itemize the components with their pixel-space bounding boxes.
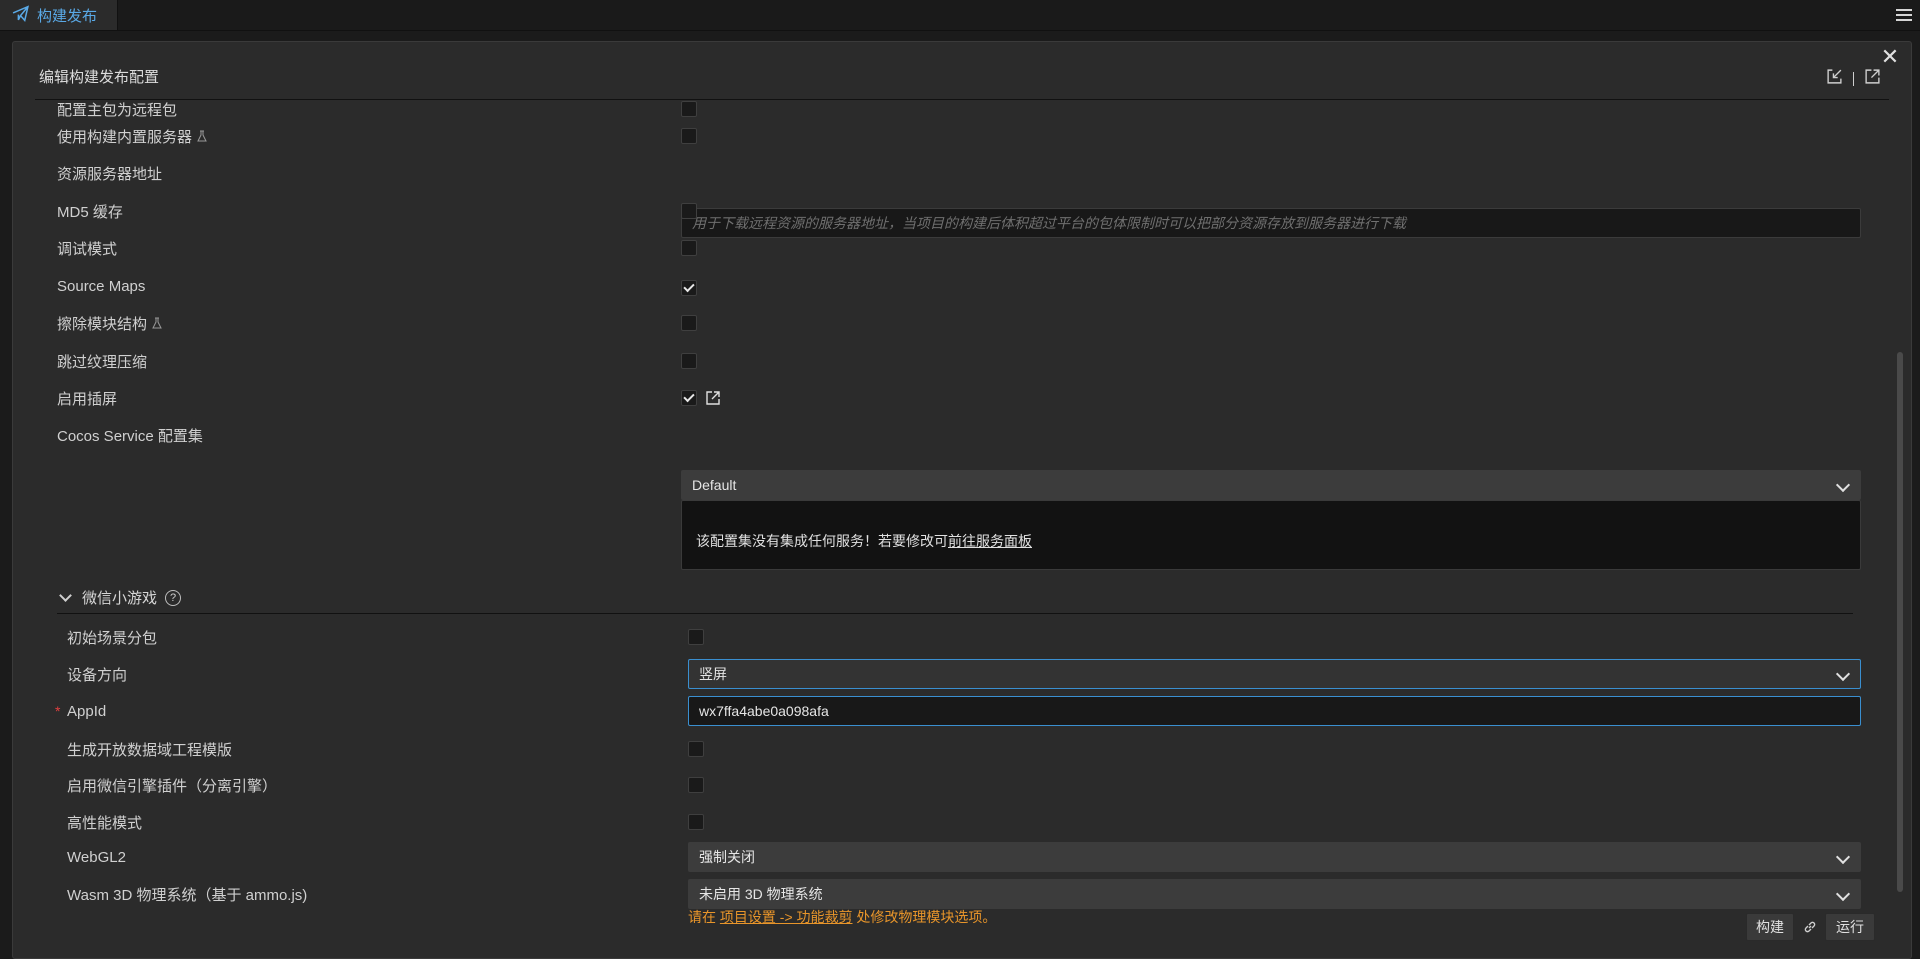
- close-icon[interactable]: ✕: [1879, 46, 1901, 68]
- label-cocos-service: Cocos Service 配置集: [57, 427, 203, 445]
- checkbox-builtin-server[interactable]: [681, 128, 697, 148]
- label-skip-texture: 跳过纹理压缩: [57, 353, 148, 371]
- service-panel-link[interactable]: 前往服务面板: [948, 531, 1032, 551]
- chevron-down-icon: [59, 589, 72, 602]
- project-settings-link[interactable]: 项目设置 -> 功能裁剪: [720, 909, 853, 925]
- row-md5: MD5 缓存: [35, 196, 1889, 226]
- wasm-select[interactable]: 未启用 3D 物理系统: [688, 879, 1861, 909]
- row-high-perf: 高性能模式: [35, 807, 1889, 837]
- checkbox-open-data[interactable]: [688, 741, 704, 761]
- label-builtin-server-text: 使用构建内置服务器: [57, 128, 193, 146]
- service-info-text: 该配置集没有集成任何服务！若要修改可: [696, 533, 948, 549]
- row-engine-plugin: 启用微信引擎插件（分离引擎）: [35, 770, 1889, 800]
- chevron-down-icon: [1835, 886, 1851, 902]
- link-icon[interactable]: [1802, 919, 1818, 935]
- label-wasm: Wasm 3D 物理系统（基于 ammo.js): [67, 886, 308, 904]
- orientation-select[interactable]: 竖屏: [688, 659, 1861, 689]
- label-high-perf: 高性能模式: [67, 814, 143, 832]
- row-open-data: 生成开放数据域工程模版: [35, 734, 1889, 764]
- splash-controls: [681, 390, 721, 406]
- menu-icon[interactable]: [1896, 6, 1912, 24]
- physics-warning: 请在 项目设置 -> 功能裁剪 处修改物理模块选项。: [688, 907, 996, 927]
- header-icons: [1826, 68, 1881, 89]
- checkbox-md5[interactable]: [681, 203, 697, 223]
- row-builtin-server: 使用构建内置服务器: [35, 121, 1889, 151]
- label-debug: 调试模式: [57, 240, 118, 258]
- build-config-panel: ✕ 编辑构建发布配置 配置主包为远程包 使用构建内置服务器 资源服务器地址 用于…: [12, 41, 1912, 959]
- label-initial-subpackage: 初始场景分包: [67, 629, 158, 647]
- label-remote-main: 配置主包为远程包: [57, 101, 178, 119]
- checkbox-skip-texture[interactable]: [681, 353, 697, 373]
- row-splash: 启用插屏: [35, 383, 1889, 413]
- tab-bar: 构建发布: [0, 0, 1920, 31]
- label-builtin-server: 使用构建内置服务器: [57, 126, 208, 147]
- warning-prefix: 请在: [688, 909, 716, 925]
- required-marker: *: [55, 703, 61, 719]
- checkbox-splash[interactable]: [681, 390, 697, 406]
- label-splash: 启用插屏: [57, 390, 118, 408]
- label-open-data: 生成开放数据域工程模版: [67, 741, 233, 759]
- header-divider: [1853, 71, 1854, 86]
- webgl2-select[interactable]: 强制关闭: [688, 842, 1861, 872]
- label-engine-plugin: 启用微信引擎插件（分离引擎）: [67, 777, 278, 795]
- flask-icon: [152, 317, 162, 329]
- row-debug: 调试模式: [35, 233, 1889, 263]
- row-resource-server: 资源服务器地址: [35, 158, 1889, 188]
- chevron-down-icon: [1835, 477, 1851, 493]
- paper-plane-icon: [12, 4, 29, 26]
- config-scroll-area[interactable]: 配置主包为远程包 使用构建内置服务器 资源服务器地址 用于下载远程资源的服务器地…: [35, 100, 1889, 958]
- tab-label: 构建发布: [37, 7, 98, 25]
- checkbox-initial-subpackage[interactable]: [688, 629, 704, 649]
- service-info-box: 该配置集没有集成任何服务！若要修改可 前往服务面板: [681, 500, 1861, 570]
- export-icon[interactable]: [1864, 68, 1881, 89]
- chevron-down-icon: [1835, 666, 1851, 682]
- checkbox-engine-plugin[interactable]: [688, 777, 704, 797]
- row-source-maps: Source Maps: [35, 271, 1889, 301]
- checkbox-debug[interactable]: [681, 240, 697, 260]
- checkbox-source-maps[interactable]: [681, 278, 697, 296]
- label-erase-modules-text: 擦除模块结构: [57, 315, 148, 333]
- section-divider: [57, 613, 1853, 614]
- label-appid: AppId: [67, 702, 107, 720]
- warning-suffix: 处修改物理模块选项。: [856, 909, 997, 925]
- flask-icon: [197, 130, 207, 142]
- checkbox-erase-modules[interactable]: [681, 315, 697, 335]
- import-icon[interactable]: [1826, 68, 1843, 89]
- run-button[interactable]: 运行: [1825, 913, 1875, 941]
- label-orientation: 设备方向: [67, 666, 128, 684]
- orientation-value: 竖屏: [699, 666, 727, 682]
- panel-title: 编辑构建发布配置: [39, 69, 160, 86]
- row-erase-modules: 擦除模块结构: [35, 308, 1889, 338]
- row-skip-texture: 跳过纹理压缩: [35, 346, 1889, 376]
- wechat-section-title: 微信小游戏: [82, 590, 158, 607]
- checkbox-remote-main[interactable]: [681, 101, 697, 121]
- cocos-service-value: Default: [692, 477, 737, 493]
- appid-input[interactable]: wx7ffa4abe0a098afa: [688, 696, 1861, 726]
- build-button[interactable]: 构建: [1746, 913, 1794, 941]
- row-cocos-service: Cocos Service 配置集: [35, 420, 1889, 450]
- help-icon[interactable]: ?: [165, 589, 182, 606]
- row-initial-subpackage: 初始场景分包: [35, 622, 1889, 652]
- tab-build-publish[interactable]: 构建发布: [0, 0, 118, 30]
- label-resource-server: 资源服务器地址: [57, 165, 163, 183]
- label-source-maps: Source Maps: [57, 277, 146, 295]
- checkbox-high-perf[interactable]: [688, 814, 704, 834]
- label-erase-modules: 擦除模块结构: [57, 313, 163, 334]
- webgl2-value: 强制关闭: [699, 849, 755, 865]
- scrollbar[interactable]: [1897, 352, 1903, 892]
- wechat-section-header[interactable]: 微信小游戏 ?: [57, 587, 182, 608]
- label-md5: MD5 缓存: [57, 203, 123, 221]
- wasm-value: 未启用 3D 物理系统: [699, 886, 823, 902]
- edit-icon[interactable]: [705, 390, 721, 406]
- cocos-service-select[interactable]: Default: [681, 470, 1861, 500]
- chevron-down-icon: [1835, 849, 1851, 865]
- label-webgl2: WebGL2: [67, 848, 126, 866]
